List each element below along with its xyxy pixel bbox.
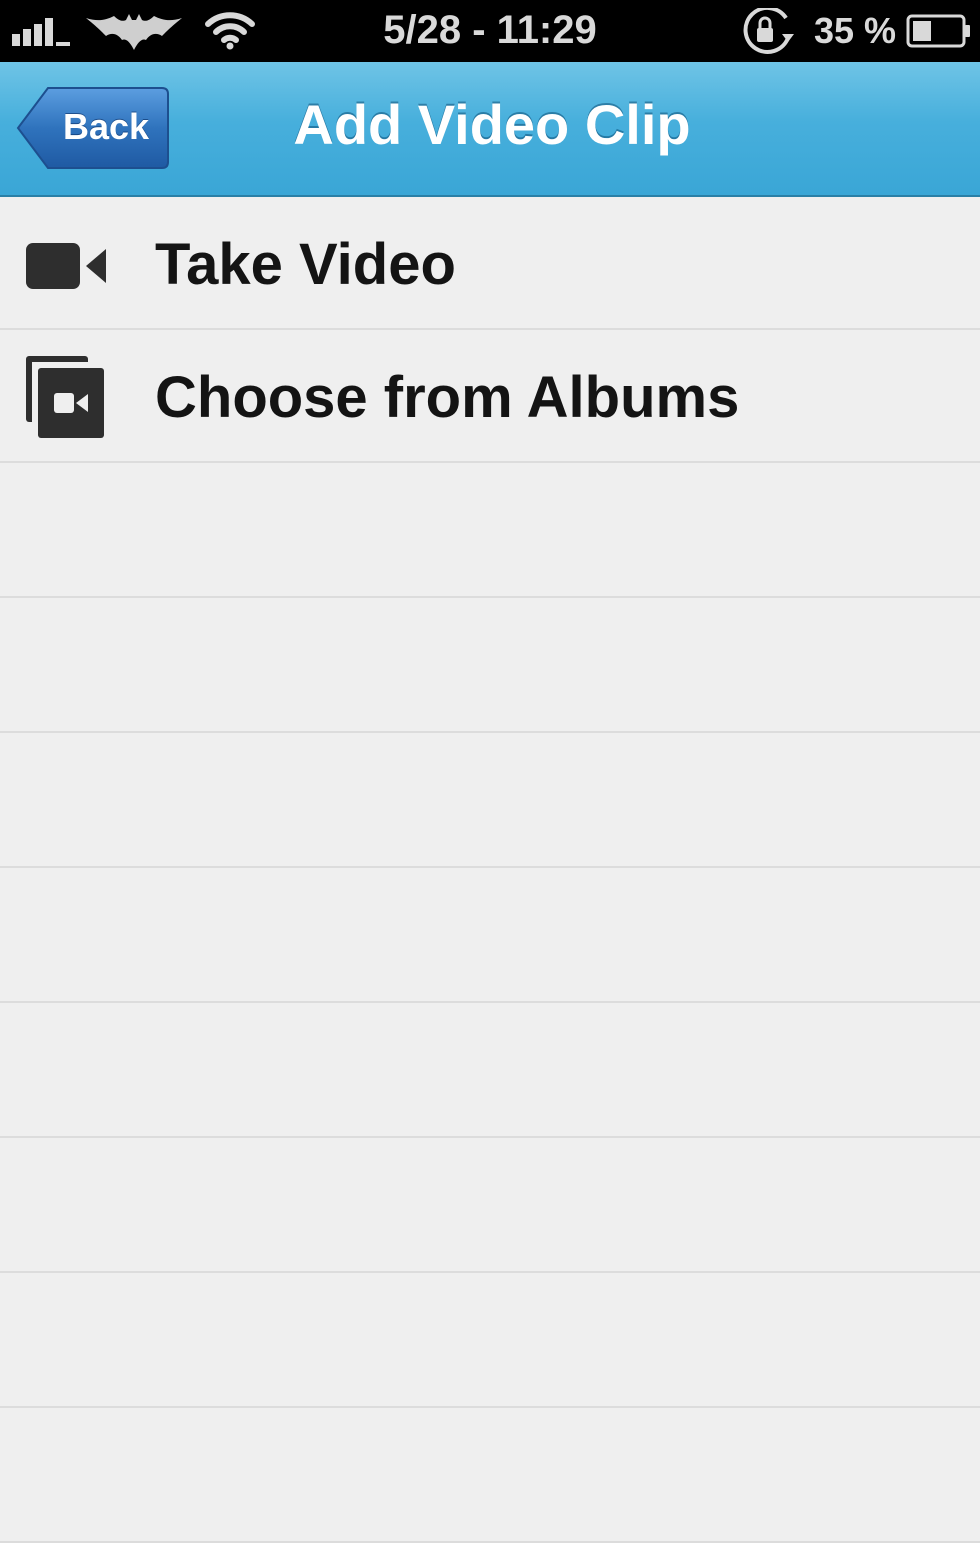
list-item-take-video[interactable]: Take Video	[0, 197, 980, 330]
video-camera-icon	[26, 243, 106, 289]
empty-row	[0, 1138, 980, 1273]
video-album-icon	[26, 356, 104, 438]
list-item-label: Take Video	[155, 232, 456, 297]
list-item-label: Choose from Albums	[155, 365, 740, 430]
empty-row	[0, 598, 980, 733]
empty-row	[0, 868, 980, 1003]
orientation-lock-icon	[743, 8, 794, 54]
empty-row	[0, 463, 980, 598]
status-bar: 5/28 - 11:29 35 %	[0, 0, 980, 62]
battery-icon	[906, 14, 970, 48]
battery-percent: 35 %	[814, 10, 897, 51]
list-item-choose-from-albums[interactable]: Choose from Albums	[0, 330, 980, 463]
empty-row	[0, 1408, 980, 1543]
page-title: Add Video Clip	[293, 93, 691, 156]
options-list: Take Video Choose from Albums	[0, 197, 980, 1543]
empty-row	[0, 1273, 980, 1408]
empty-row	[0, 733, 980, 868]
navigation-bar: Back Add Video Clip	[0, 62, 980, 197]
empty-row	[0, 1003, 980, 1138]
